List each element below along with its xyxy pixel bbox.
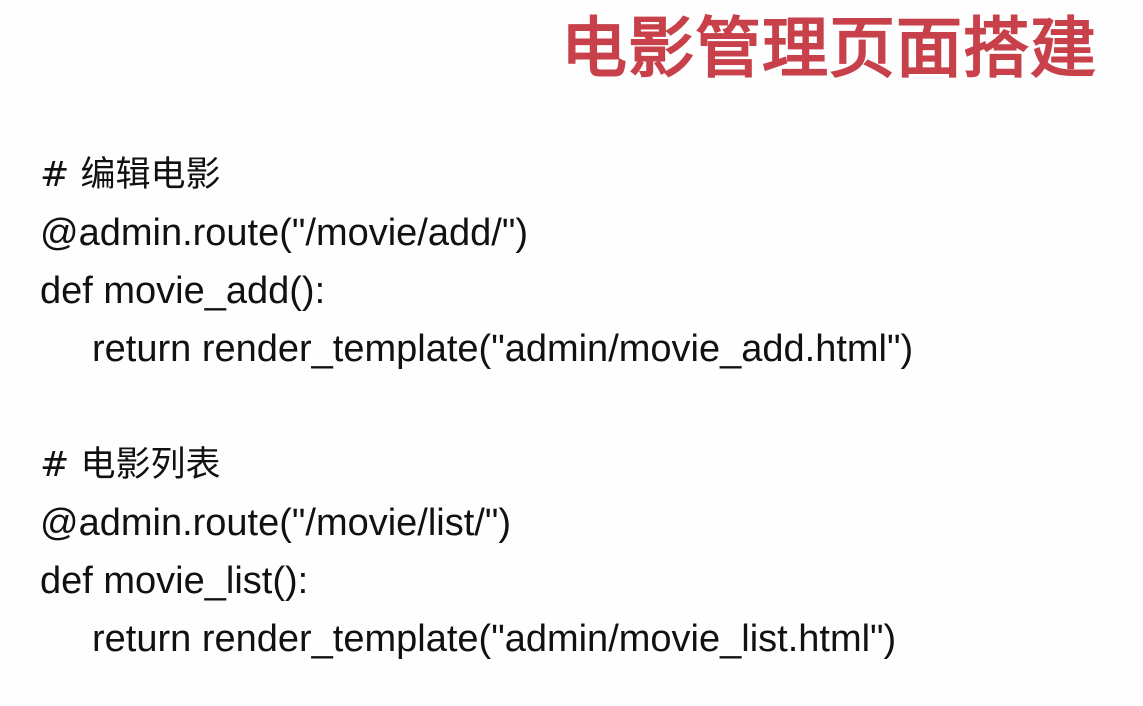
code-block: # 编辑电影 @admin.route("/movie/add/") def m… bbox=[40, 146, 1130, 668]
code-function-def: def movie_add(): bbox=[40, 270, 326, 312]
code-decorator: @admin.route("/movie/list/") bbox=[40, 502, 512, 544]
code-function-def: def movie_list(): bbox=[40, 560, 309, 602]
code-group-movie-list: # 电影列表 @admin.route("/movie/list/") def … bbox=[40, 436, 1130, 668]
code-comment: # 电影列表 bbox=[40, 445, 221, 485]
code-return-statement: return render_template("admin/movie_add.… bbox=[92, 328, 914, 370]
code-decorator: @admin.route("/movie/add/") bbox=[40, 212, 528, 254]
code-return-statement: return render_template("admin/movie_list… bbox=[92, 618, 897, 660]
code-group-movie-add: # 编辑电影 @admin.route("/movie/add/") def m… bbox=[40, 146, 1130, 378]
code-comment: # 编辑电影 bbox=[40, 155, 221, 195]
slide-title: 电影管理页面搭建 bbox=[561, 10, 1097, 87]
